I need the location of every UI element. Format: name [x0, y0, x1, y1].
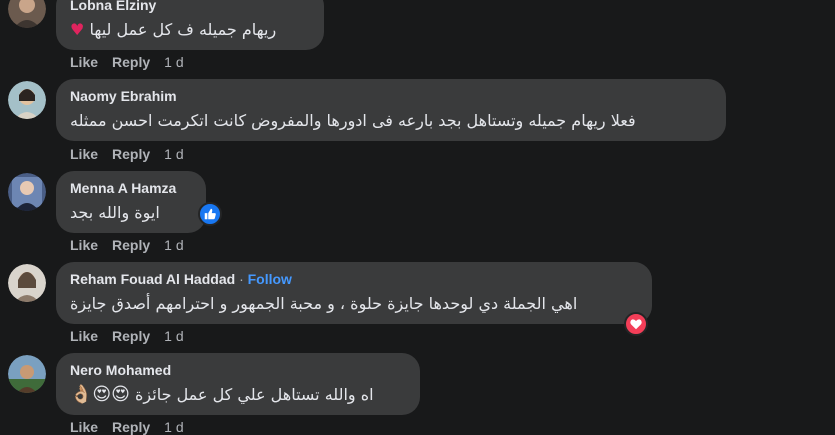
- comment-actions: Like Reply 1 d: [70, 419, 198, 435]
- comment-bubble: Reham Fouad Al Haddad · Follow اهي الجمل…: [56, 262, 652, 324]
- heart-emoji: ♥: [70, 20, 85, 39]
- comment-actions: Like Reply 1 d: [70, 54, 198, 70]
- comment-bubble: Naomy Ebrahim فعلا ريهام جميله وتستاهل ب…: [56, 79, 726, 141]
- reply-button[interactable]: Reply: [112, 328, 150, 344]
- comment-author[interactable]: Menna A Hamza: [70, 179, 192, 197]
- comment-author[interactable]: Nero Mohamed: [70, 361, 406, 379]
- timestamp[interactable]: 1 d: [164, 237, 183, 253]
- like-button[interactable]: Like: [70, 146, 98, 162]
- comment-bubble: Lobna Elziny ريهام جميله ف كل عمل ليها ♥: [56, 0, 324, 50]
- like-reaction-icon[interactable]: [198, 202, 222, 226]
- avatar[interactable]: [8, 0, 46, 28]
- avatar[interactable]: [8, 264, 46, 302]
- avatar[interactable]: [8, 81, 46, 119]
- comment-text: ريهام جميله ف كل عمل ليها ♥: [70, 20, 277, 39]
- love-reaction-icon[interactable]: [624, 312, 648, 336]
- comment-text: ايوة والله بجد: [70, 203, 160, 222]
- like-button[interactable]: Like: [70, 54, 98, 70]
- reply-button[interactable]: Reply: [112, 54, 150, 70]
- timestamp[interactable]: 1 d: [164, 54, 183, 70]
- comment-bubble: Nero Mohamed اه والله تستاهل علي كل عمل …: [56, 353, 420, 415]
- avatar[interactable]: [8, 173, 46, 211]
- comment-actions: Like Reply 1 d: [70, 328, 198, 344]
- comment-actions: Like Reply 1 d: [70, 146, 198, 162]
- reply-button[interactable]: Reply: [112, 237, 150, 253]
- comment-text: اهي الجملة دي لوحدها جايزة حلوة ، و محبة…: [70, 294, 578, 313]
- comment-author[interactable]: Naomy Ebrahim: [70, 87, 712, 105]
- timestamp[interactable]: 1 d: [164, 328, 183, 344]
- follow-button[interactable]: Follow: [248, 271, 292, 287]
- timestamp[interactable]: 1 d: [164, 146, 183, 162]
- comment-bubble: Menna A Hamza ايوة والله بجد: [56, 171, 206, 233]
- emoji-group: 😍😍👌🏼: [70, 384, 130, 405]
- reply-button[interactable]: Reply: [112, 146, 150, 162]
- timestamp[interactable]: 1 d: [164, 419, 183, 435]
- comment-text: اه والله تستاهل علي كل عمل جائزة 😍😍👌🏼: [70, 384, 374, 405]
- comment-actions: Like Reply 1 d: [70, 237, 198, 253]
- avatar[interactable]: [8, 355, 46, 393]
- comment-text: فعلا ريهام جميله وتستاهل بجد بارعه فى اد…: [70, 111, 636, 130]
- reply-button[interactable]: Reply: [112, 419, 150, 435]
- like-button[interactable]: Like: [70, 328, 98, 344]
- comment-author: Reham Fouad Al Haddad · Follow: [70, 271, 292, 287]
- comment-author[interactable]: Lobna Elziny: [70, 0, 310, 14]
- like-button[interactable]: Like: [70, 419, 98, 435]
- author-name[interactable]: Reham Fouad Al Haddad: [70, 271, 235, 287]
- like-button[interactable]: Like: [70, 237, 98, 253]
